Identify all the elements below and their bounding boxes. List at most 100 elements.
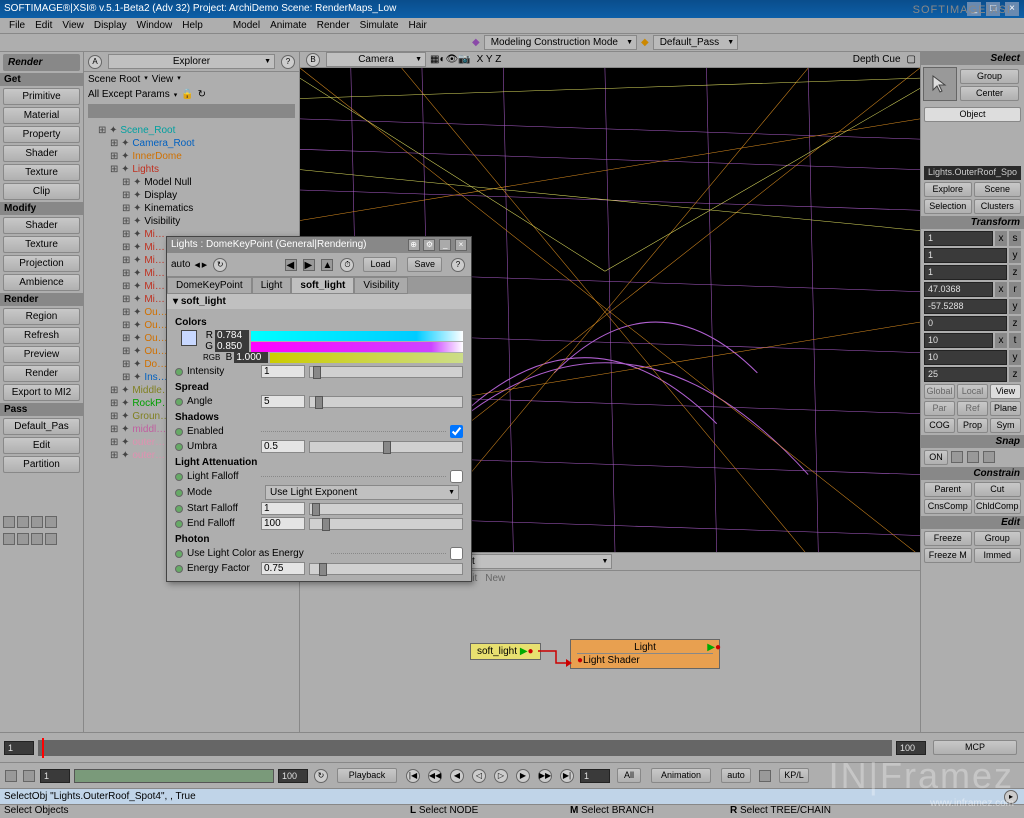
menu-hair[interactable]: Hair <box>403 18 431 33</box>
filter-bar[interactable] <box>88 104 295 118</box>
view-menu[interactable]: View <box>152 74 174 85</box>
explorer-dropdown[interactable]: Explorer <box>108 54 275 69</box>
intensity-dot[interactable] <box>175 368 183 376</box>
cog-button[interactable]: COG <box>924 418 955 433</box>
plane-button[interactable]: Plane <box>990 401 1021 416</box>
depth-cue-label[interactable]: Depth Cue <box>853 54 901 65</box>
tab-soft-light[interactable]: soft_light <box>291 277 354 294</box>
energy-slider[interactable] <box>309 563 463 575</box>
dialog-titlebar[interactable]: Lights : DomeKeyPoint (General|Rendering… <box>167 237 471 253</box>
soft-light-node[interactable]: soft_light ▶● <box>470 643 541 660</box>
tree-node[interactable]: ⊞ ✦ Scene_Root <box>86 124 297 137</box>
axis-x[interactable]: x <box>995 231 1007 246</box>
group-button[interactable]: Group <box>960 69 1019 84</box>
animation-button[interactable]: Animation <box>651 768 711 783</box>
menu-help[interactable]: Help <box>177 18 208 33</box>
layout-icon-5[interactable] <box>3 533 15 545</box>
modify-shader-button[interactable]: Shader <box>3 217 80 234</box>
tree-node[interactable]: ⊞ ✦ InnerDome <box>86 150 297 163</box>
snap-on-button[interactable]: ON <box>924 450 948 465</box>
dialog-help-icon[interactable]: ? <box>451 258 465 272</box>
loop-icon[interactable]: ↻ <box>314 769 328 783</box>
chldcomp-button[interactable]: ChldComp <box>974 499 1022 514</box>
default-pass-button[interactable]: Default_Pas <box>3 418 80 435</box>
light-properties-dialog[interactable]: Lights : DomeKeyPoint (General|Rendering… <box>166 236 472 582</box>
xyz-label[interactable]: X Y Z <box>477 54 502 65</box>
last-frame-icon[interactable]: ▶| <box>560 769 574 783</box>
layout-icon-6[interactable] <box>17 533 29 545</box>
intensity-slider[interactable] <box>309 366 463 378</box>
timeline-start[interactable]: 1 <box>4 741 34 755</box>
menu-animate[interactable]: Animate <box>265 18 312 33</box>
filter-menu[interactable]: All Except Params <box>88 89 170 100</box>
snap-icon-3[interactable] <box>983 451 995 463</box>
material-button[interactable]: Material <box>3 107 80 124</box>
umbra-value[interactable]: 0.5 <box>261 440 305 453</box>
preview-button[interactable]: Preview <box>3 346 80 363</box>
ambience-button[interactable]: Ambience <box>3 274 80 291</box>
property-button[interactable]: Property <box>3 126 80 143</box>
global-button[interactable]: Global <box>924 384 955 399</box>
start-falloff-value[interactable]: 1 <box>261 502 305 515</box>
next-frame-icon[interactable]: ▶ <box>516 769 530 783</box>
refresh-button[interactable]: Refresh <box>3 327 80 344</box>
prop-button[interactable]: Prop <box>957 418 988 433</box>
menu-model[interactable]: Model <box>228 18 265 33</box>
layout-icon-8[interactable] <box>45 533 57 545</box>
menu-edit[interactable]: Edit <box>30 18 57 33</box>
umbra-slider[interactable] <box>309 441 463 453</box>
layout-icon-3[interactable] <box>31 516 43 528</box>
snap-icon-1[interactable] <box>951 451 963 463</box>
tree-node[interactable]: ⊞ ✦ Visibility <box>86 215 297 228</box>
explore-button[interactable]: Explore <box>924 182 972 197</box>
local-button[interactable]: Local <box>957 384 988 399</box>
rt-new-menu[interactable]: New <box>485 573 505 584</box>
timeline-end[interactable]: 100 <box>896 741 926 755</box>
menu-file[interactable]: File <box>4 18 30 33</box>
end-falloff-value[interactable]: 100 <box>261 517 305 530</box>
trans-x-field[interactable]: 10 <box>924 333 993 348</box>
primitive-button[interactable]: Primitive <box>3 88 80 105</box>
trans-z-field[interactable]: 25 <box>924 367 1007 382</box>
tree-node[interactable]: ⊞ ✦ Camera_Root <box>86 137 297 150</box>
ref-button[interactable]: Ref <box>957 401 988 416</box>
tab-light[interactable]: Light <box>252 277 292 294</box>
texture-button[interactable]: Texture <box>3 164 80 181</box>
export-mi2-button[interactable]: Export to MI2 <box>3 384 80 401</box>
viewport-max-icon[interactable]: ▢ <box>907 54 916 65</box>
parent-button[interactable]: Parent <box>924 482 972 497</box>
kpl-button[interactable]: KP/L <box>779 768 809 783</box>
r-gradient[interactable] <box>251 331 463 341</box>
first-frame-icon[interactable]: |◀ <box>406 769 420 783</box>
g-gradient[interactable] <box>251 342 463 352</box>
script-icon[interactable]: ▸ <box>1004 790 1018 804</box>
dialog-gear-icon[interactable]: ⚙ <box>423 239 435 251</box>
layout-icon-4[interactable] <box>45 516 57 528</box>
tree-node[interactable]: ⊞ ✦ Model Null <box>86 176 297 189</box>
playback-button[interactable]: Playback <box>337 768 397 783</box>
r-value[interactable]: 0.784 <box>215 330 249 341</box>
clusters-button[interactable]: Clusters <box>974 199 1022 214</box>
tree-node[interactable]: ⊞ ✦ Lights <box>86 163 297 176</box>
layout-icon-1[interactable] <box>3 516 15 528</box>
render-mode-button[interactable]: Render <box>3 54 80 71</box>
eye-icon[interactable]: 👁 <box>446 54 459 65</box>
refresh-icon[interactable]: ↻ <box>198 89 206 100</box>
mcp-button[interactable]: MCP <box>933 740 1017 755</box>
camera-dropdown[interactable]: Camera <box>326 52 426 67</box>
timeline-marker[interactable] <box>42 738 44 758</box>
tab-visibility[interactable]: Visibility <box>354 277 408 294</box>
nav-back-icon[interactable]: ◀ <box>285 259 297 271</box>
tree-node[interactable]: ⊞ ✦ Kinematics <box>86 202 297 215</box>
render-button[interactable]: Render <box>3 365 80 382</box>
projection-button[interactable]: Projection <box>3 255 80 272</box>
all-button[interactable]: All <box>617 768 641 783</box>
shader-button[interactable]: Shader <box>3 145 80 162</box>
angle-value[interactable]: 5 <box>261 395 305 408</box>
dialog-min-icon[interactable]: _ <box>439 239 451 251</box>
rot-z-field[interactable]: 0 <box>924 316 1007 331</box>
rot-x-field[interactable]: 47.0368 <box>924 282 993 297</box>
layout-icon-2[interactable] <box>17 516 29 528</box>
selection-button[interactable]: Selection <box>924 199 972 214</box>
b-value[interactable]: 1.000 <box>234 352 268 363</box>
